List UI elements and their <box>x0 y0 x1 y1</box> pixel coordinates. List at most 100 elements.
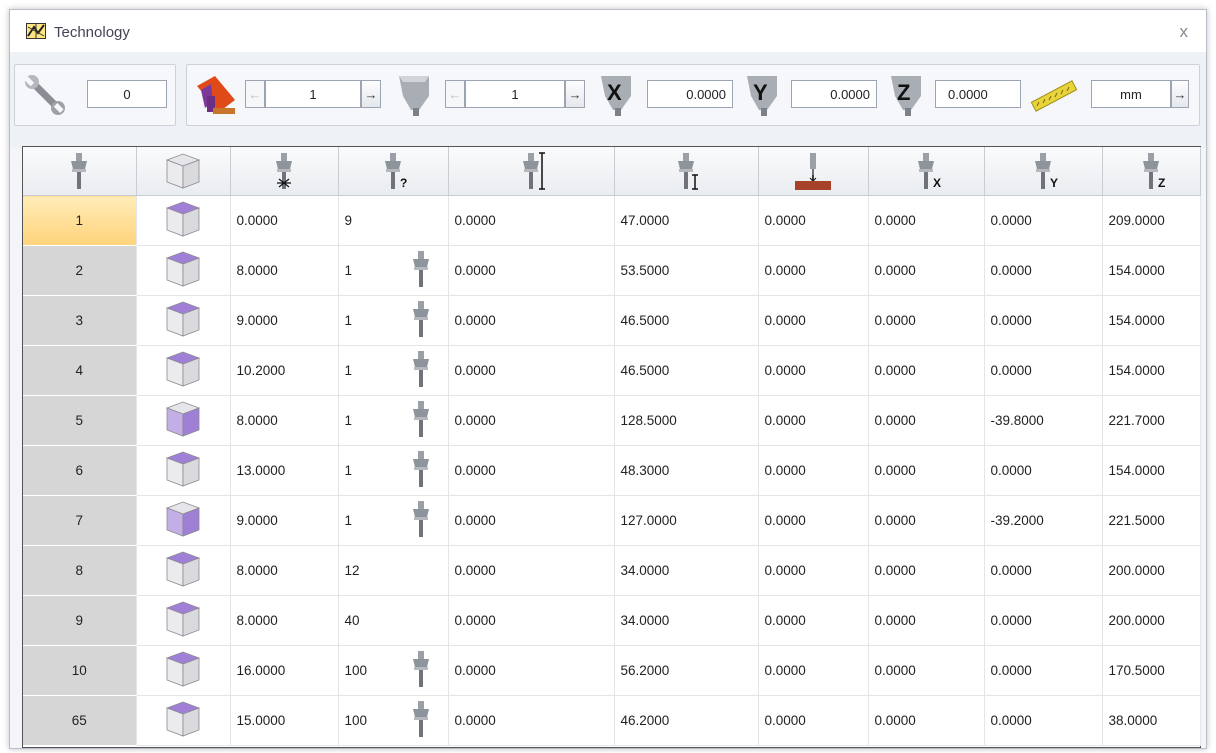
offset-cell[interactable]: 46.5000 <box>614 345 759 396</box>
row-header[interactable]: 8 <box>23 545 137 596</box>
y-cell[interactable]: 0.0000 <box>984 595 1103 646</box>
tool-type-cell[interactable]: 1 <box>338 445 449 496</box>
table-row[interactable]: 2 8.0000 1 0.0000 53.5000 0.0000 0.0000 0.0000 1… <box>23 245 1201 296</box>
close-button[interactable]: x <box>1180 22 1189 42</box>
offset-cell[interactable]: 127.0000 <box>614 495 759 546</box>
row-header[interactable]: 2 <box>23 245 137 296</box>
offset-cell[interactable]: 128.5000 <box>614 395 759 446</box>
depth-cell[interactable]: 0.0000 <box>758 695 869 746</box>
z-cell[interactable]: 221.7000 <box>1102 395 1201 446</box>
z-cell[interactable]: 200.0000 <box>1102 595 1201 646</box>
units-field[interactable]: mm <box>1091 80 1171 108</box>
column-header-tool-type[interactable]: ? <box>338 147 449 196</box>
depth-cell[interactable]: 0.0000 <box>758 195 869 246</box>
column-header-z-offset[interactable]: Z <box>1102 147 1201 196</box>
length-cell[interactable]: 0.0000 <box>448 245 615 296</box>
y-cell[interactable]: 0.0000 <box>984 345 1103 396</box>
table-row[interactable]: 9 8.0000 40 0.0000 34.0000 0.0000 0.0000 0.0000… <box>23 595 1201 646</box>
depth-cell[interactable]: 0.0000 <box>758 395 869 446</box>
depth-cell[interactable]: 0.0000 <box>758 295 869 346</box>
offset-cell[interactable]: 34.0000 <box>614 545 759 596</box>
y-cell[interactable]: 0.0000 <box>984 295 1103 346</box>
tool-type-cell[interactable]: 1 <box>338 295 449 346</box>
cube-face-cell[interactable] <box>136 645 231 696</box>
y-cell[interactable]: 0.0000 <box>984 245 1103 296</box>
z-cell[interactable]: 154.0000 <box>1102 445 1201 496</box>
y-cell[interactable]: 0.0000 <box>984 445 1103 496</box>
row-header[interactable]: 1 <box>23 195 137 246</box>
table-row[interactable]: 7 9.0000 1 0.0000 127.0000 0.0000 0.0000 -39.20… <box>23 495 1201 546</box>
depth-cell[interactable]: 0.0000 <box>758 545 869 596</box>
spindle-prev-button[interactable]: ← <box>445 80 465 108</box>
column-header-tool-length[interactable] <box>448 147 615 196</box>
column-header-tool-diameter[interactable] <box>230 147 339 196</box>
row-header[interactable]: 7 <box>23 495 137 546</box>
cube-face-cell[interactable] <box>136 295 231 346</box>
offset-cell[interactable]: 47.0000 <box>614 195 759 246</box>
cube-face-cell[interactable] <box>136 445 231 496</box>
depth-cell[interactable]: 0.0000 <box>758 595 869 646</box>
x-cell[interactable]: 0.0000 <box>868 245 985 296</box>
offset-cell[interactable]: 48.3000 <box>614 445 759 496</box>
x-cell[interactable]: 0.0000 <box>868 395 985 446</box>
row-header[interactable]: 4 <box>23 345 137 396</box>
head-prev-button[interactable]: ← <box>245 80 265 108</box>
table-row[interactable]: 8 8.0000 12 0.0000 34.0000 0.0000 0.0000 0.0000… <box>23 545 1201 596</box>
offset-z-field[interactable]: 0.0000 <box>935 80 1021 108</box>
row-header[interactable]: 6 <box>23 445 137 496</box>
offset-cell[interactable]: 46.5000 <box>614 295 759 346</box>
tool-type-cell[interactable]: 100 <box>338 645 449 696</box>
diameter-cell[interactable]: 8.0000 <box>230 545 339 596</box>
offset-cell[interactable]: 53.5000 <box>614 245 759 296</box>
column-header-cube[interactable] <box>136 147 231 196</box>
x-cell[interactable]: 0.0000 <box>868 695 985 746</box>
length-cell[interactable]: 0.0000 <box>448 445 615 496</box>
offset-cell[interactable]: 56.2000 <box>614 645 759 696</box>
row-header[interactable]: 3 <box>23 295 137 346</box>
x-cell[interactable]: 0.0000 <box>868 295 985 346</box>
depth-cell[interactable]: 0.0000 <box>758 645 869 696</box>
x-cell[interactable]: 0.0000 <box>868 195 985 246</box>
cube-face-cell[interactable] <box>136 695 231 746</box>
diameter-cell[interactable]: 8.0000 <box>230 395 339 446</box>
y-cell[interactable]: -39.8000 <box>984 395 1103 446</box>
tool-type-cell[interactable]: 1 <box>338 495 449 546</box>
offset-y-field[interactable]: 0.0000 <box>791 80 877 108</box>
cube-face-cell[interactable] <box>136 345 231 396</box>
tool-type-cell[interactable]: 100 <box>338 695 449 746</box>
length-cell[interactable]: 0.0000 <box>448 545 615 596</box>
x-cell[interactable]: 0.0000 <box>868 345 985 396</box>
cube-face-cell[interactable] <box>136 195 231 246</box>
cube-face-cell[interactable] <box>136 495 231 546</box>
row-header[interactable]: 10 <box>23 645 137 696</box>
depth-cell[interactable]: 0.0000 <box>758 245 869 296</box>
tool-type-cell[interactable]: 1 <box>338 345 449 396</box>
z-cell[interactable]: 154.0000 <box>1102 295 1201 346</box>
length-cell[interactable]: 0.0000 <box>448 645 615 696</box>
diameter-cell[interactable]: 13.0000 <box>230 445 339 496</box>
table-row[interactable]: 5 8.0000 1 0.0000 128.5000 0.0000 0.0000 -39.80… <box>23 395 1201 446</box>
diameter-cell[interactable]: 16.0000 <box>230 645 339 696</box>
length-cell[interactable]: 0.0000 <box>448 395 615 446</box>
y-cell[interactable]: 0.0000 <box>984 545 1103 596</box>
column-header-x-offset[interactable]: X <box>868 147 985 196</box>
column-header-tool-offset[interactable] <box>614 147 759 196</box>
offset-x-field[interactable]: 0.0000 <box>647 80 733 108</box>
y-cell[interactable]: 0.0000 <box>984 695 1103 746</box>
tool-type-cell[interactable]: 1 <box>338 395 449 446</box>
table-row[interactable]: 10 16.0000 100 0.0000 56.2000 0.0000 0.0000 0.0… <box>23 645 1201 696</box>
cube-face-cell[interactable] <box>136 245 231 296</box>
spindle-selector-field[interactable]: 1 <box>465 80 565 108</box>
column-header-spindle[interactable] <box>23 147 137 196</box>
tool-type-cell[interactable]: 12 <box>338 545 449 596</box>
depth-cell[interactable]: 0.0000 <box>758 445 869 496</box>
spindle-next-button[interactable]: → <box>565 80 585 108</box>
depth-cell[interactable]: 0.0000 <box>758 495 869 546</box>
table-row[interactable]: 6 13.0000 1 0.0000 48.3000 0.0000 0.0000 0.0000… <box>23 445 1201 496</box>
length-cell[interactable]: 0.0000 <box>448 195 615 246</box>
diameter-cell[interactable]: 8.0000 <box>230 245 339 296</box>
tool-type-cell[interactable]: 40 <box>338 595 449 646</box>
table-row[interactable]: 3 9.0000 1 0.0000 46.5000 0.0000 0.0000 0.0000 1… <box>23 295 1201 346</box>
diameter-cell[interactable]: 15.0000 <box>230 695 339 746</box>
x-cell[interactable]: 0.0000 <box>868 445 985 496</box>
